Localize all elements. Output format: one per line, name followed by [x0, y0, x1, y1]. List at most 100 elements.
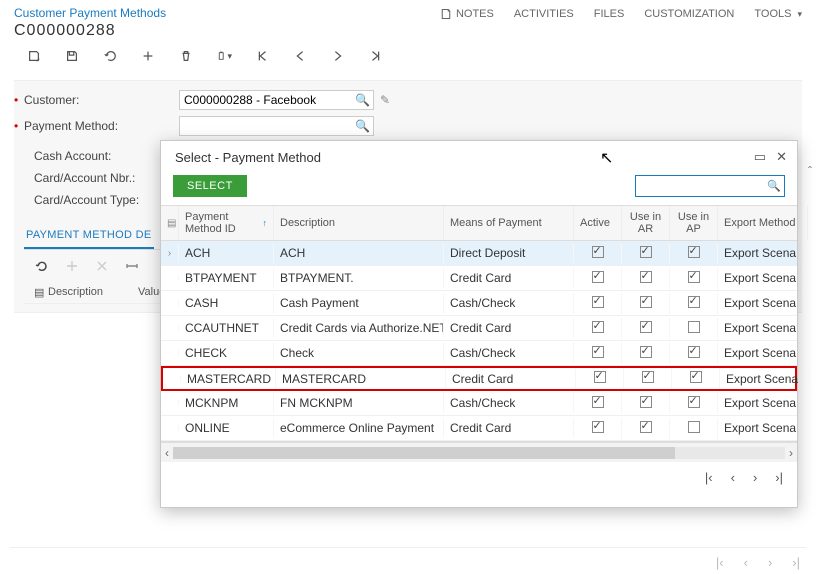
col-use-in-ap[interactable]: Use in AP — [670, 206, 718, 240]
cell-ap — [670, 343, 718, 364]
payment-method-input[interactable] — [179, 116, 374, 136]
page-prev-button[interactable]: ‹ — [744, 555, 748, 570]
cell-id: CASH — [179, 293, 274, 313]
popup-grid-header: ▤ Payment Method ID↑ Description Means o… — [161, 206, 797, 241]
prev-button[interactable] — [292, 48, 308, 64]
col-use-in-ar[interactable]: Use in AR — [622, 206, 670, 240]
row-pointer-icon — [161, 325, 179, 331]
popup-horizontal-scrollbar[interactable]: ‹ › — [161, 442, 797, 462]
delete-button[interactable] — [178, 48, 194, 64]
checkbox-icon — [640, 321, 652, 333]
search-icon[interactable]: 🔍 — [355, 119, 370, 133]
sort-asc-icon: ↑ — [263, 218, 268, 228]
first-button[interactable] — [254, 48, 270, 64]
cell-ar — [624, 368, 672, 389]
tab-payment-method-details[interactable]: PAYMENT METHOD DE — [24, 223, 154, 249]
cell-mop: Cash/Check — [444, 343, 574, 363]
record-id: C000000288 — [14, 22, 166, 40]
checkbox-icon — [688, 421, 700, 433]
popup-grid: ▤ Payment Method ID↑ Description Means o… — [161, 205, 797, 442]
col-export-method[interactable]: Export Method — [718, 206, 808, 240]
grid-delete-button[interactable] — [94, 258, 110, 274]
col-description[interactable]: Description — [48, 286, 138, 299]
maximize-icon[interactable]: ▭ — [754, 149, 766, 165]
cell-mop: Credit Card — [444, 418, 574, 438]
page-pager: |‹ ‹ › ›| — [716, 555, 800, 570]
cell-ap — [670, 318, 718, 339]
undo-button[interactable] — [102, 48, 118, 64]
checkbox-icon — [688, 246, 700, 258]
cell-export: Export Scena — [718, 293, 808, 313]
cell-ap — [672, 368, 720, 389]
cell-id: ACH — [179, 243, 274, 263]
checkbox-icon — [688, 346, 700, 358]
select-button[interactable]: SELECT — [173, 175, 247, 197]
cell-id: CHECK — [179, 343, 274, 363]
customer-input[interactable] — [179, 90, 374, 110]
refresh-button[interactable] — [34, 258, 50, 274]
checkbox-icon — [640, 246, 652, 258]
table-row[interactable]: MASTERCARDMASTERCARDCredit CardExport Sc… — [161, 366, 797, 391]
pager-first-button[interactable]: |‹ — [705, 470, 713, 485]
chevron-down-icon: ▾ — [797, 9, 802, 20]
page-next-button[interactable]: › — [768, 555, 772, 570]
row-pointer-icon — [161, 350, 179, 356]
cell-mop: Credit Card — [444, 268, 574, 288]
save-button[interactable] — [64, 48, 80, 64]
scroll-left-icon[interactable]: ‹ — [165, 446, 169, 460]
customization-action[interactable]: CUSTOMIZATION — [644, 8, 734, 20]
checkbox-icon — [642, 371, 654, 383]
table-row[interactable]: CASHCash PaymentCash/CheckExport Scena — [161, 291, 797, 316]
pager-prev-button[interactable]: ‹ — [731, 470, 735, 485]
table-row[interactable]: ›ACHACHDirect DepositExport Scena — [161, 241, 797, 266]
add-button[interactable] — [140, 48, 156, 64]
table-row[interactable]: CCAUTHNETCredit Cards via Authorize.NETC… — [161, 316, 797, 341]
cell-export: Export Scena — [718, 268, 808, 288]
collapse-icon[interactable]: ˆ — [808, 164, 812, 178]
row-pointer-icon — [161, 300, 179, 306]
search-icon[interactable]: 🔍 — [355, 93, 370, 107]
checkbox-icon — [592, 271, 604, 283]
next-button[interactable] — [330, 48, 346, 64]
activities-action[interactable]: ACTIVITIES — [514, 8, 574, 20]
cell-ar — [622, 268, 670, 289]
tools-action[interactable]: TOOLS▾ — [754, 8, 802, 20]
grid-add-button[interactable] — [64, 258, 80, 274]
cell-ap — [670, 418, 718, 439]
cell-id: CCAUTHNET — [179, 318, 274, 338]
table-row[interactable]: CHECKCheckCash/CheckExport Scena — [161, 341, 797, 366]
cell-export: Export Scena — [720, 369, 810, 389]
checkbox-icon — [592, 246, 604, 258]
cell-desc: Cash Payment — [274, 293, 444, 313]
cell-ar — [622, 318, 670, 339]
search-icon[interactable]: 🔍 — [767, 180, 781, 193]
checkbox-icon — [640, 296, 652, 308]
fit-button[interactable] — [124, 258, 140, 274]
table-row[interactable]: MCKNPMFN MCKNPMCash/CheckExport Scena — [161, 391, 797, 416]
page-title-link[interactable]: Customer Payment Methods — [14, 6, 166, 20]
scroll-right-icon[interactable]: › — [789, 446, 793, 460]
col-active[interactable]: Active — [574, 206, 622, 240]
table-row[interactable]: ONLINEeCommerce Online PaymentCredit Car… — [161, 416, 797, 441]
col-means-of-payment[interactable]: Means of Payment — [444, 206, 574, 240]
edit-icon[interactable]: ✎ — [380, 93, 390, 107]
pager-last-button[interactable]: ›| — [775, 470, 783, 485]
cell-desc: Check — [274, 343, 444, 363]
checkbox-icon — [690, 371, 702, 383]
clipboard-button[interactable]: ▾ — [216, 48, 232, 64]
popup-search-input[interactable] — [636, 176, 784, 196]
pager-next-button[interactable]: › — [753, 470, 757, 485]
table-row[interactable]: BTPAYMENTBTPAYMENT.Credit CardExport Sce… — [161, 266, 797, 291]
close-icon[interactable]: ✕ — [776, 149, 787, 165]
last-button[interactable] — [368, 48, 384, 64]
cell-active — [574, 393, 622, 414]
files-action[interactable]: FILES — [594, 8, 625, 20]
col-payment-method-id[interactable]: Payment Method ID↑ — [179, 206, 274, 240]
page-first-button[interactable]: |‹ — [716, 555, 724, 570]
save-close-button[interactable] — [26, 48, 42, 64]
page-last-button[interactable]: ›| — [792, 555, 800, 570]
col-description[interactable]: Description — [274, 206, 444, 240]
cell-export: Export Scena — [718, 318, 808, 338]
cell-ar — [622, 343, 670, 364]
notes-action[interactable]: NOTES — [440, 8, 494, 20]
